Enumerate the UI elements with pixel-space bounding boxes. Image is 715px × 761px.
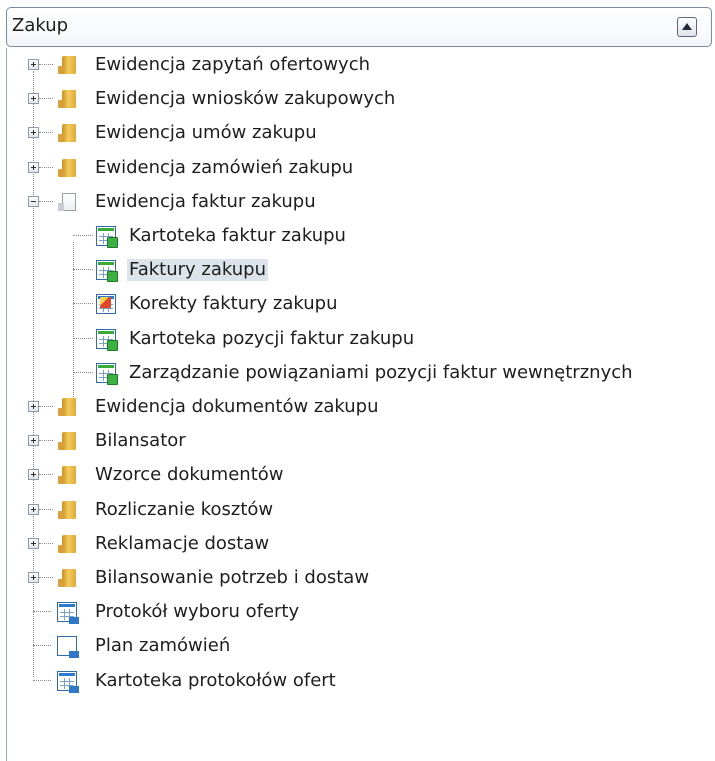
tree-connector-line bbox=[33, 680, 51, 681]
tree-folder-row[interactable]: Wzorce dokumentów bbox=[6, 458, 715, 492]
folder-icon bbox=[58, 398, 76, 416]
folder-icon bbox=[58, 432, 76, 450]
tree-folder-row[interactable]: Bilansowanie potrzeb i dostaw bbox=[6, 561, 715, 595]
tree-item-label[interactable]: Bilansator bbox=[93, 430, 188, 452]
tree-connector-line bbox=[39, 98, 53, 99]
report-document-icon bbox=[57, 602, 79, 624]
tree-item-label[interactable]: Protokół wyboru oferty bbox=[93, 601, 301, 623]
open-folder-icon bbox=[58, 193, 76, 211]
tree-folder-row[interactable]: Ewidencja faktur zakupu bbox=[6, 185, 715, 219]
tree-item-row[interactable]: Zarządzanie powiązaniami pozycji faktur … bbox=[6, 356, 715, 390]
folder-icon bbox=[58, 124, 76, 142]
tree-connector-line bbox=[73, 269, 93, 270]
tree-folder-row[interactable]: Ewidencja zamówień zakupu bbox=[6, 151, 715, 185]
tree-connector-line bbox=[33, 611, 51, 612]
tree-connector-line bbox=[73, 235, 93, 236]
collapse-node-icon[interactable] bbox=[28, 196, 39, 207]
folder-icon bbox=[58, 56, 76, 74]
tree-connector-line bbox=[39, 440, 53, 441]
expand-node-icon[interactable] bbox=[28, 127, 39, 138]
tree-item-row[interactable]: Korekty faktury zakupu bbox=[6, 287, 715, 321]
report-document-icon bbox=[57, 671, 79, 693]
tree-connector-line bbox=[39, 132, 53, 133]
tree-item-label[interactable]: Ewidencja umów zakupu bbox=[93, 122, 319, 144]
tree-item-row[interactable]: Faktury zakupu bbox=[6, 253, 715, 287]
folder-icon bbox=[58, 535, 76, 553]
tree-folder-row[interactable]: Ewidencja zapytań ofertowych bbox=[6, 48, 715, 82]
plan-grid-icon bbox=[57, 636, 79, 658]
tree-folder-row[interactable]: Ewidencja wniosków zakupowych bbox=[6, 82, 715, 116]
folder-icon bbox=[58, 90, 76, 108]
tree-item-label[interactable]: Kartoteka faktur zakupu bbox=[127, 225, 348, 247]
tree-connector-line bbox=[39, 474, 53, 475]
tree-folder-row[interactable]: Ewidencja dokumentów zakupu bbox=[6, 390, 715, 424]
tree-connector-line bbox=[39, 509, 53, 510]
collapse-arrow-icon bbox=[682, 23, 692, 30]
tree-item-label[interactable]: Ewidencja zapytań ofertowych bbox=[93, 54, 372, 76]
tree-connector-line bbox=[39, 64, 53, 65]
tree-connector-line bbox=[73, 303, 93, 304]
tree-connector-line bbox=[39, 543, 53, 544]
tree-connector-line bbox=[39, 201, 53, 202]
section-header[interactable]: Zakup bbox=[6, 7, 712, 47]
tree-item-label[interactable]: Plan zamówień bbox=[93, 635, 232, 657]
expand-node-icon[interactable] bbox=[28, 572, 39, 583]
expand-node-icon[interactable] bbox=[28, 401, 39, 412]
tree-item-label[interactable]: Wzorce dokumentów bbox=[93, 464, 285, 486]
green-document-icon bbox=[96, 260, 118, 282]
folder-icon bbox=[58, 569, 76, 587]
tree-connector-line bbox=[39, 406, 53, 407]
tree-item-label[interactable]: Bilansowanie potrzeb i dostaw bbox=[93, 567, 371, 589]
green-document-icon bbox=[96, 226, 118, 248]
tree-item-label[interactable]: Rozliczanie kosztów bbox=[93, 499, 275, 521]
tree-connector-line bbox=[73, 372, 93, 373]
tree-folder-row[interactable]: Rozliczanie kosztów bbox=[6, 493, 715, 527]
correction-document-icon bbox=[96, 294, 116, 314]
expand-node-icon[interactable] bbox=[28, 538, 39, 549]
tree-connector-line bbox=[33, 645, 51, 646]
folder-icon bbox=[58, 159, 76, 177]
tree-item-row[interactable]: Protokół wyboru oferty bbox=[6, 595, 715, 629]
tree-folder-row[interactable]: Bilansator bbox=[6, 424, 715, 458]
tree-item-label[interactable]: Reklamacje dostaw bbox=[93, 533, 271, 555]
folder-icon bbox=[58, 501, 76, 519]
expand-node-icon[interactable] bbox=[28, 59, 39, 70]
tree-item-row[interactable]: Kartoteka pozycji faktur zakupu bbox=[6, 322, 715, 356]
tree-item-label[interactable]: Kartoteka pozycji faktur zakupu bbox=[127, 328, 416, 350]
tree-connector-line bbox=[39, 167, 53, 168]
expand-node-icon[interactable] bbox=[28, 469, 39, 480]
expand-node-icon[interactable] bbox=[28, 504, 39, 515]
tree-item-row[interactable]: Plan zamówień bbox=[6, 629, 715, 663]
tree-connector-line bbox=[39, 577, 53, 578]
tree-folder-row[interactable]: Reklamacje dostaw bbox=[6, 527, 715, 561]
navigation-tree: Ewidencja zapytań ofertowych Ewidencja wn… bbox=[6, 48, 715, 761]
expand-node-icon[interactable] bbox=[28, 435, 39, 446]
tree-item-label[interactable]: Ewidencja zamówień zakupu bbox=[93, 157, 355, 179]
expand-node-icon[interactable] bbox=[28, 162, 39, 173]
tree-item-row[interactable]: Kartoteka protokołów ofert bbox=[6, 664, 715, 698]
tree-item-label[interactable]: Ewidencja faktur zakupu bbox=[93, 191, 318, 213]
tree-item-label[interactable]: Ewidencja dokumentów zakupu bbox=[93, 396, 381, 418]
tree-item-label[interactable]: Korekty faktury zakupu bbox=[127, 293, 339, 315]
tree-item-label[interactable]: Zarządzanie powiązaniami pozycji faktur … bbox=[127, 362, 635, 384]
section-title: Zakup bbox=[12, 15, 69, 36]
green-document-icon bbox=[96, 363, 118, 385]
tree-item-label[interactable]: Ewidencja wniosków zakupowych bbox=[93, 88, 397, 110]
folder-icon bbox=[58, 466, 76, 484]
tree-connector-line bbox=[73, 338, 93, 339]
tree-item-label[interactable]: Kartoteka protokołów ofert bbox=[93, 670, 338, 692]
tree-folder-row[interactable]: Ewidencja umów zakupu bbox=[6, 116, 715, 150]
tree-item-label[interactable]: Faktury zakupu bbox=[127, 259, 268, 281]
tree-item-row[interactable]: Kartoteka faktur zakupu bbox=[6, 219, 715, 253]
expand-node-icon[interactable] bbox=[28, 93, 39, 104]
collapse-button[interactable] bbox=[677, 17, 697, 37]
green-document-icon bbox=[96, 329, 118, 351]
